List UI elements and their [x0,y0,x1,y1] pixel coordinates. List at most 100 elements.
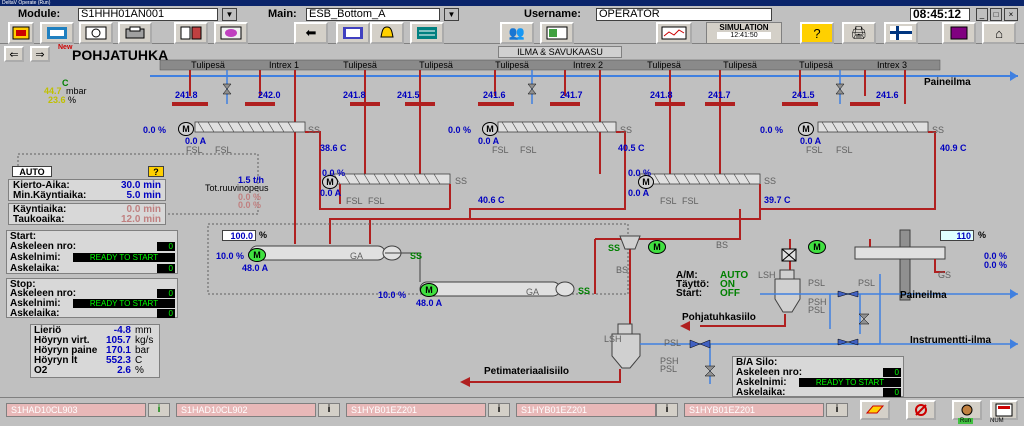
row-unit: % [135,365,144,376]
temp-top: 241.8 [175,90,198,100]
alarm-item[interactable]: S1HAD10CL903 [6,403,146,417]
step-time: 0 [883,388,901,397]
mode-indicator[interactable]: AUTO [12,166,52,177]
paineilma-label: Paineilma [924,77,971,88]
alarm-info-button[interactable]: i [488,403,510,417]
row-value[interactable]: 5.0 min [127,190,161,201]
main-field[interactable]: ESB_Bottom_A [306,8,440,21]
duct-header: ILMA & SAVUKAASU [498,46,622,58]
conveyor2-pct: 10.0 % [378,290,407,300]
simulation-box: SIMULATION 12:41:50 [706,22,782,44]
alarm-info-button[interactable]: i [826,403,848,417]
alarm-summary-icon[interactable] [990,400,1018,420]
pressure-pct-unit: % [68,95,77,105]
help-button[interactable]: ? [148,166,164,177]
printer-icon[interactable]: 🖨 [842,22,876,44]
users-icon[interactable]: 👥 [500,22,534,44]
alarm-list-icon[interactable] [410,22,444,44]
duct-sections: Tulipesä Intrex 1 Tulipesä Tulipesä Tuli… [170,60,930,70]
module-field[interactable]: S1HHH01AN001 [78,8,218,21]
chart-icon[interactable] [656,22,692,44]
faceplate-icon[interactable] [174,22,208,44]
auto-timers: Käyntiaika: 0.0 min Taukoaika: 12.0 min [8,203,166,225]
ss-label: SS [455,176,468,186]
new-tag: New [58,44,73,51]
duct-section: Intrex 3 [876,60,907,70]
alarm-info-button[interactable]: i [148,403,170,417]
psl-label: PSL [808,305,826,315]
app-icon[interactable] [8,22,34,44]
ss-label: SS [620,125,633,135]
module-dropdown[interactable]: ▼ [222,8,237,21]
horn-icon[interactable] [952,400,982,420]
main-dropdown[interactable]: ▼ [444,8,459,21]
minimize-button[interactable]: _ [976,8,988,21]
overview-icon[interactable] [40,22,74,44]
crusher-motor[interactable]: M [648,240,666,254]
alarm-item[interactable]: S1HYB01EZ201 [684,403,824,417]
trend-icon[interactable] [214,22,248,44]
display-icon[interactable] [336,22,370,44]
book-icon[interactable] [942,22,976,44]
fsl-label: FSL [806,145,823,155]
screw-motor[interactable]: M [638,175,654,189]
bs-label: BS [616,265,629,275]
fsl-label: FSL [215,145,232,155]
alarm-item[interactable]: S1HAD10CL902 [176,403,316,417]
duct-section: Tulipesä [495,60,529,70]
screw-motor[interactable]: M [178,122,194,136]
instrumentti-label: Instrumentti-ilma [910,335,992,346]
duct-section: Tulipesä [419,60,453,70]
next-page-button[interactable]: ⇒ [30,46,50,62]
silence-icon[interactable] [906,400,936,420]
alarm-bell-icon[interactable] [370,22,404,44]
row-label: O2 [34,365,48,376]
ba-silo-panel: B/A Silo: Askeleen nro: 0 Askelnimi: REA… [732,356,904,398]
search-icon[interactable] [79,22,113,44]
feeder-motor[interactable]: M [808,240,826,254]
screw-motor[interactable]: M [322,175,338,189]
display-config-icon[interactable] [540,22,574,44]
process-display: ⇐ ⇒ New POHJATUHKA ILMA & SAVUKAASU Tuli… [0,44,1024,398]
ga-label: GA [526,287,540,297]
step-time: 0 [157,264,175,273]
conveyor1-setpoint[interactable]: 100.0 [222,230,256,241]
screw-pct: 0.0 % [760,125,784,135]
row-label: Taukoaika: [13,214,65,225]
alarm-info-button[interactable]: i [656,403,678,417]
pressure-pct: 23.6 [48,95,66,105]
alarm-item[interactable]: S1HYB01EZ201 [346,403,486,417]
help-icon[interactable]: ? [800,22,834,44]
percent-unit: % [259,230,268,240]
right-setpoint[interactable]: 110 [940,230,974,241]
print-icon[interactable] [118,22,152,44]
acknowledge-icon[interactable] [860,400,890,420]
conveyor2-motor[interactable]: M [420,283,438,297]
screw-motor[interactable]: M [482,122,498,136]
simulation-label: SIMULATION [719,23,769,32]
ss-label: SS [608,243,621,253]
lsh-label: LSH [758,270,776,280]
back-arrow-icon[interactable]: ⬅ [294,22,328,44]
fsl-label: FSL [682,196,699,206]
prev-page-button[interactable]: ⇐ [4,46,24,62]
simulation-time: 12:41:50 [717,32,771,39]
clock: 08:45:12 [910,8,970,21]
screw-motor[interactable]: M [798,122,814,136]
conveyor1-motor[interactable]: M [248,248,266,262]
start-label: Start: [676,288,703,299]
fsl-label: FSL [520,145,537,155]
alarm-item[interactable]: S1HYB01EZ201 [516,403,656,417]
right-v2: 0.0 % [984,260,1008,270]
username-field: OPERATOR [596,8,772,21]
duct-section: Intrex 1 [268,60,299,70]
close-button[interactable]: × [1004,8,1018,21]
finland-flag-icon[interactable] [884,22,918,44]
temp-top: 241.6 [876,90,899,100]
row-value: 12.0 min [120,214,161,225]
home-icon[interactable]: ⌂ [982,22,1016,44]
restore-button[interactable]: □ [990,8,1002,21]
petimateriaalisiilo-label: Petimateriaalisiilo [484,366,570,377]
alarm-info-button[interactable]: i [318,403,340,417]
toolbar: Module: S1HHH01AN001 ▼ Main: ESB_Bottom_… [0,6,1024,44]
